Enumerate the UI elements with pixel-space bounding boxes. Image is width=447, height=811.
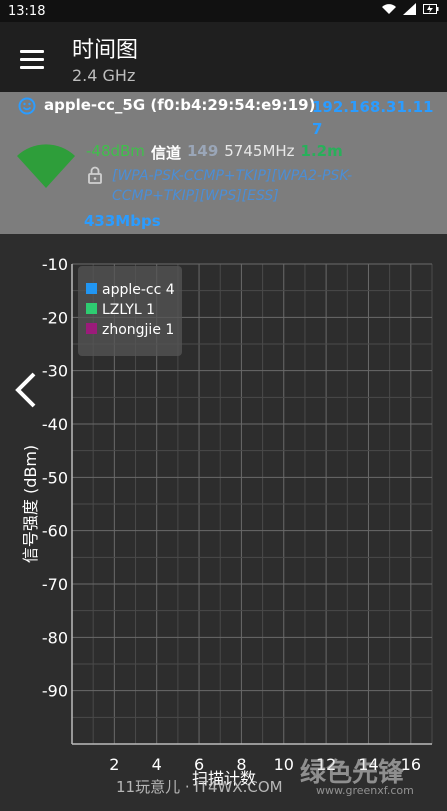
legend-swatch bbox=[86, 283, 97, 294]
battery-icon bbox=[423, 3, 439, 19]
y-axis-title: 信号强度 (dBm) bbox=[21, 445, 40, 563]
y-tick-label: -60 bbox=[42, 522, 68, 541]
menu-icon[interactable] bbox=[20, 50, 44, 69]
distance-value: 1.2m bbox=[300, 142, 343, 160]
chevron-left-icon[interactable] bbox=[10, 370, 40, 414]
lock-icon bbox=[88, 166, 102, 188]
y-tick-label: -20 bbox=[42, 308, 68, 327]
security-capabilities: [WPA-PSK-CCMP+TKIP][WPA2-PSK-CCMP+TKIP][… bbox=[112, 168, 353, 204]
app-bar: 时间图 2.4 GHz bbox=[0, 22, 447, 92]
watermark-url: www.greenxf.com bbox=[316, 784, 414, 797]
y-tick-label: -80 bbox=[42, 628, 68, 647]
x-tick-label: 10 bbox=[274, 755, 294, 774]
watermark-text: 11玩意儿 · IT4WX.COM bbox=[116, 778, 283, 796]
y-tick-label: -40 bbox=[42, 415, 68, 434]
y-tick-label: -50 bbox=[42, 468, 68, 487]
cell-signal-icon bbox=[403, 3, 417, 19]
y-tick-label: -70 bbox=[42, 575, 68, 594]
x-tick-label: 4 bbox=[152, 755, 162, 774]
status-bar: 13:18 bbox=[0, 0, 447, 22]
access-point-card[interactable]: apple-cc_5G (f0:b4:29:54:e9:19) 192.168.… bbox=[0, 92, 447, 234]
legend-entry: LZLYL 1 bbox=[102, 302, 155, 318]
smiley-icon bbox=[18, 97, 36, 115]
status-time: 13:18 bbox=[8, 3, 46, 19]
legend-entry: apple-cc 4 bbox=[102, 282, 175, 298]
legend-swatch bbox=[86, 323, 97, 334]
y-tick-label: -90 bbox=[42, 682, 68, 701]
y-tick-label: -10 bbox=[42, 255, 68, 274]
signal-strength: -48dBm bbox=[86, 142, 145, 160]
link-speed: 433Mbps bbox=[84, 212, 161, 230]
channel-label: 信道 bbox=[150, 144, 181, 162]
band-subtitle: 2.4 GHz bbox=[72, 66, 136, 85]
channel-value: 149 bbox=[186, 142, 219, 160]
time-graph-chart: -10-20-30-40-50-60-70-80-902 4 6 8 10 12 14 16信… bbox=[21, 255, 433, 788]
frequency-value: 5745MHz bbox=[224, 142, 295, 160]
ip-address: 192.168.31.117 bbox=[312, 98, 434, 138]
page-title: 时间图 bbox=[72, 38, 139, 63]
legend-entry: zhongjie 1 bbox=[102, 322, 174, 338]
wifi-status-icon bbox=[381, 3, 397, 19]
y-tick-label: -30 bbox=[42, 362, 68, 381]
ssid-label: apple-cc_5G (f0:b4:29:54:e9:19) bbox=[44, 96, 316, 114]
x-tick-label: 2 bbox=[109, 755, 119, 774]
wifi-strength-icon bbox=[16, 144, 76, 194]
legend-swatch bbox=[86, 303, 97, 314]
time-graph-area: -10 -20 -30 -40 -50 -60 -70 -80 -90 2 4 6 8 10 12 14 16 信… bbox=[0, 234, 447, 807]
